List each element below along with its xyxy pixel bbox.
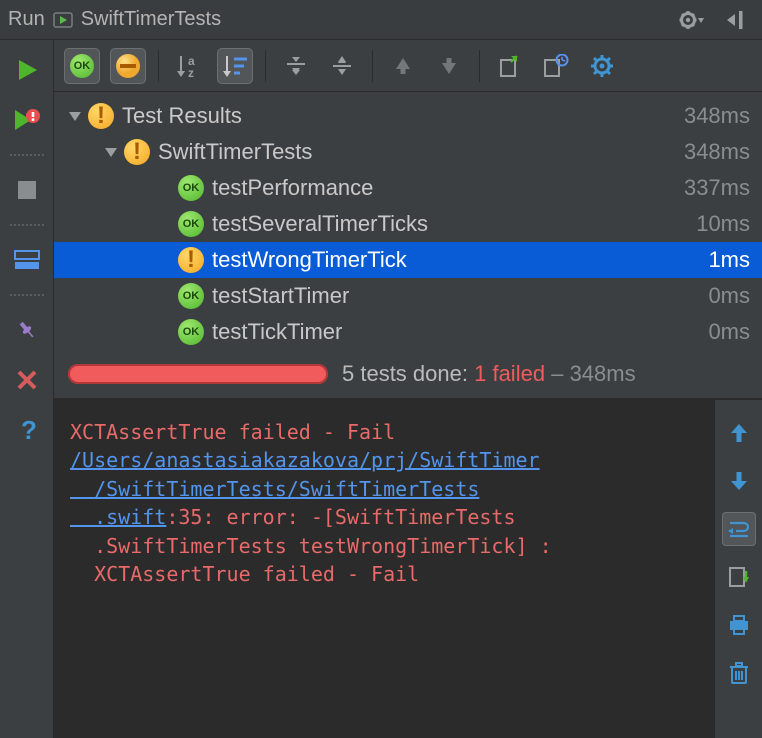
history-button[interactable] [538, 48, 574, 84]
ok-icon: OK [178, 283, 204, 309]
test-toolbar: OK az [54, 40, 762, 92]
duration: 348ms [684, 103, 750, 129]
chevron-down-icon[interactable] [66, 107, 84, 125]
tree-label: testWrongTimerTick [212, 247, 708, 273]
tree-label: testPerformance [212, 175, 684, 201]
sort-alphabetically-button[interactable]: az [171, 48, 207, 84]
close-button[interactable] [9, 362, 45, 398]
hide-icon[interactable] [718, 2, 754, 38]
svg-text:?: ? [21, 417, 37, 443]
gear-dropdown-icon[interactable] [674, 2, 710, 38]
expand-all-button[interactable] [278, 48, 314, 84]
pin-button[interactable] [9, 312, 45, 348]
show-passed-toggle[interactable]: OK [64, 48, 100, 84]
console-output[interactable]: XCTAssertTrue failed - Fail /Users/anast… [54, 400, 714, 738]
tree-test[interactable]: ! testWrongTimerTick 1ms [54, 242, 762, 278]
progress-bar [68, 364, 328, 384]
run-label: Run [8, 8, 45, 31]
warn-icon: ! [88, 103, 114, 129]
tree-label: testStartTimer [212, 283, 708, 309]
tree-test[interactable]: OK testStartTimer 0ms [54, 278, 762, 314]
duration: 0ms [708, 319, 750, 345]
tree-label: SwiftTimerTests [158, 139, 684, 165]
titlebar: Run SwiftTimerTests [0, 0, 762, 40]
tree-suite[interactable]: ! SwiftTimerTests 348ms [54, 134, 762, 170]
svg-text:z: z [188, 66, 194, 79]
soft-wrap-toggle[interactable] [722, 512, 756, 546]
tree-test[interactable]: OK testTickTimer 0ms [54, 314, 762, 350]
total-time: 348ms [570, 361, 636, 386]
left-gutter: ? [0, 40, 54, 738]
scroll-down-button[interactable] [722, 464, 756, 498]
tree-test[interactable]: OK testSeveralTimerTicks 10ms [54, 206, 762, 242]
warn-icon: ! [178, 247, 204, 273]
tree-label: testSeveralTimerTicks [212, 211, 696, 237]
dash: – [551, 361, 563, 386]
help-button[interactable]: ? [9, 412, 45, 448]
ok-icon: OK [178, 319, 204, 345]
tree-test[interactable]: OK testPerformance 337ms [54, 170, 762, 206]
sort-by-duration-button[interactable] [217, 48, 253, 84]
duration: 0ms [708, 283, 750, 309]
show-ignored-toggle[interactable] [110, 48, 146, 84]
rerun-failed-button[interactable] [9, 102, 45, 138]
run-config-icon [53, 10, 73, 30]
failed-count: 1 failed [474, 361, 545, 386]
tree-label: Test Results [122, 103, 684, 129]
prev-failed-button[interactable] [385, 48, 421, 84]
clear-button[interactable] [722, 656, 756, 690]
scroll-up-button[interactable] [722, 416, 756, 450]
collapse-all-button[interactable] [324, 48, 360, 84]
config-name: SwiftTimerTests [81, 8, 221, 31]
ok-icon: OK [178, 211, 204, 237]
ok-icon: OK [178, 175, 204, 201]
file-link[interactable]: .swift [70, 505, 166, 529]
test-tree[interactable]: ! Test Results 348ms ! SwiftTimerTests 3… [54, 92, 762, 350]
next-failed-button[interactable] [431, 48, 467, 84]
chevron-down-icon[interactable] [102, 143, 120, 161]
duration: 337ms [684, 175, 750, 201]
print-button[interactable] [722, 608, 756, 642]
tree-root[interactable]: ! Test Results 348ms [54, 98, 762, 134]
duration: 1ms [708, 247, 750, 273]
test-settings-button[interactable] [584, 48, 620, 84]
duration: 348ms [684, 139, 750, 165]
tree-label: testTickTimer [212, 319, 708, 345]
test-summary: 5 tests done: 1 failed – 348ms [54, 350, 762, 398]
stop-button[interactable] [9, 172, 45, 208]
layout-button[interactable] [9, 242, 45, 278]
file-link[interactable]: /SwiftTimerTests/SwiftTimerTests [70, 477, 479, 501]
warn-icon: ! [124, 139, 150, 165]
scroll-to-end-button[interactable] [722, 560, 756, 594]
file-link[interactable]: /Users/anastasiakazakova/prj/SwiftTimer [70, 448, 540, 472]
console-gutter [714, 400, 762, 738]
rerun-button[interactable] [9, 52, 45, 88]
tests-done-text: 5 tests done: [342, 361, 468, 386]
export-results-button[interactable] [492, 48, 528, 84]
duration: 10ms [696, 211, 750, 237]
